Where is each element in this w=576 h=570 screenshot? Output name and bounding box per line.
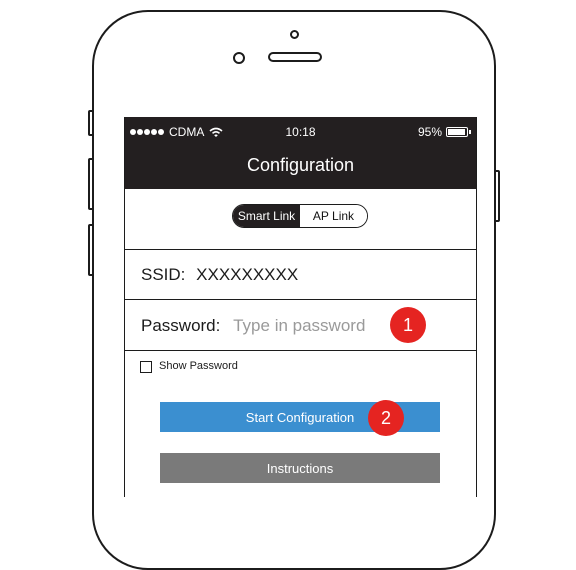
status-bar: CDMA 10:18 95% [125, 123, 476, 139]
app-screen: CDMA 10:18 95% Configuration Smart Link … [124, 117, 477, 497]
password-row: Password: Type in password [141, 316, 365, 336]
show-password-checkbox[interactable] [140, 361, 152, 373]
power-button [494, 170, 500, 222]
divider [125, 350, 476, 351]
show-password-label: Show Password [159, 360, 238, 372]
password-label: Password: [141, 316, 221, 335]
proximity-sensor [290, 30, 299, 39]
divider [125, 299, 476, 300]
battery-percent: 95% [417, 125, 442, 139]
front-camera [233, 52, 245, 64]
ap-link-tab[interactable]: AP Link [300, 205, 367, 227]
smart-link-tab[interactable]: Smart Link [233, 205, 300, 227]
page-title: Configuration [246, 155, 355, 175]
volume-up-button [88, 158, 94, 210]
callout-badge-2: 2 [368, 400, 404, 436]
callout-badge-1: 1 [390, 307, 426, 343]
ssid-value: XXXXXXXXX [196, 265, 299, 284]
divider [125, 249, 476, 250]
battery-status: 95% [417, 125, 471, 139]
password-input[interactable]: Type in password [233, 316, 365, 335]
instructions-button[interactable]: Instructions [160, 453, 440, 483]
mute-switch [88, 110, 94, 136]
ssid-row: SSID: XXXXXXXXX [141, 265, 298, 285]
ssid-label: SSID: [141, 265, 186, 284]
battery-icon [446, 127, 471, 137]
app-header: CDMA 10:18 95% Configuration [125, 117, 476, 189]
link-mode-toggle[interactable]: Smart Link AP Link [232, 204, 368, 228]
earpiece-speaker [268, 52, 322, 62]
volume-down-button [88, 224, 94, 276]
